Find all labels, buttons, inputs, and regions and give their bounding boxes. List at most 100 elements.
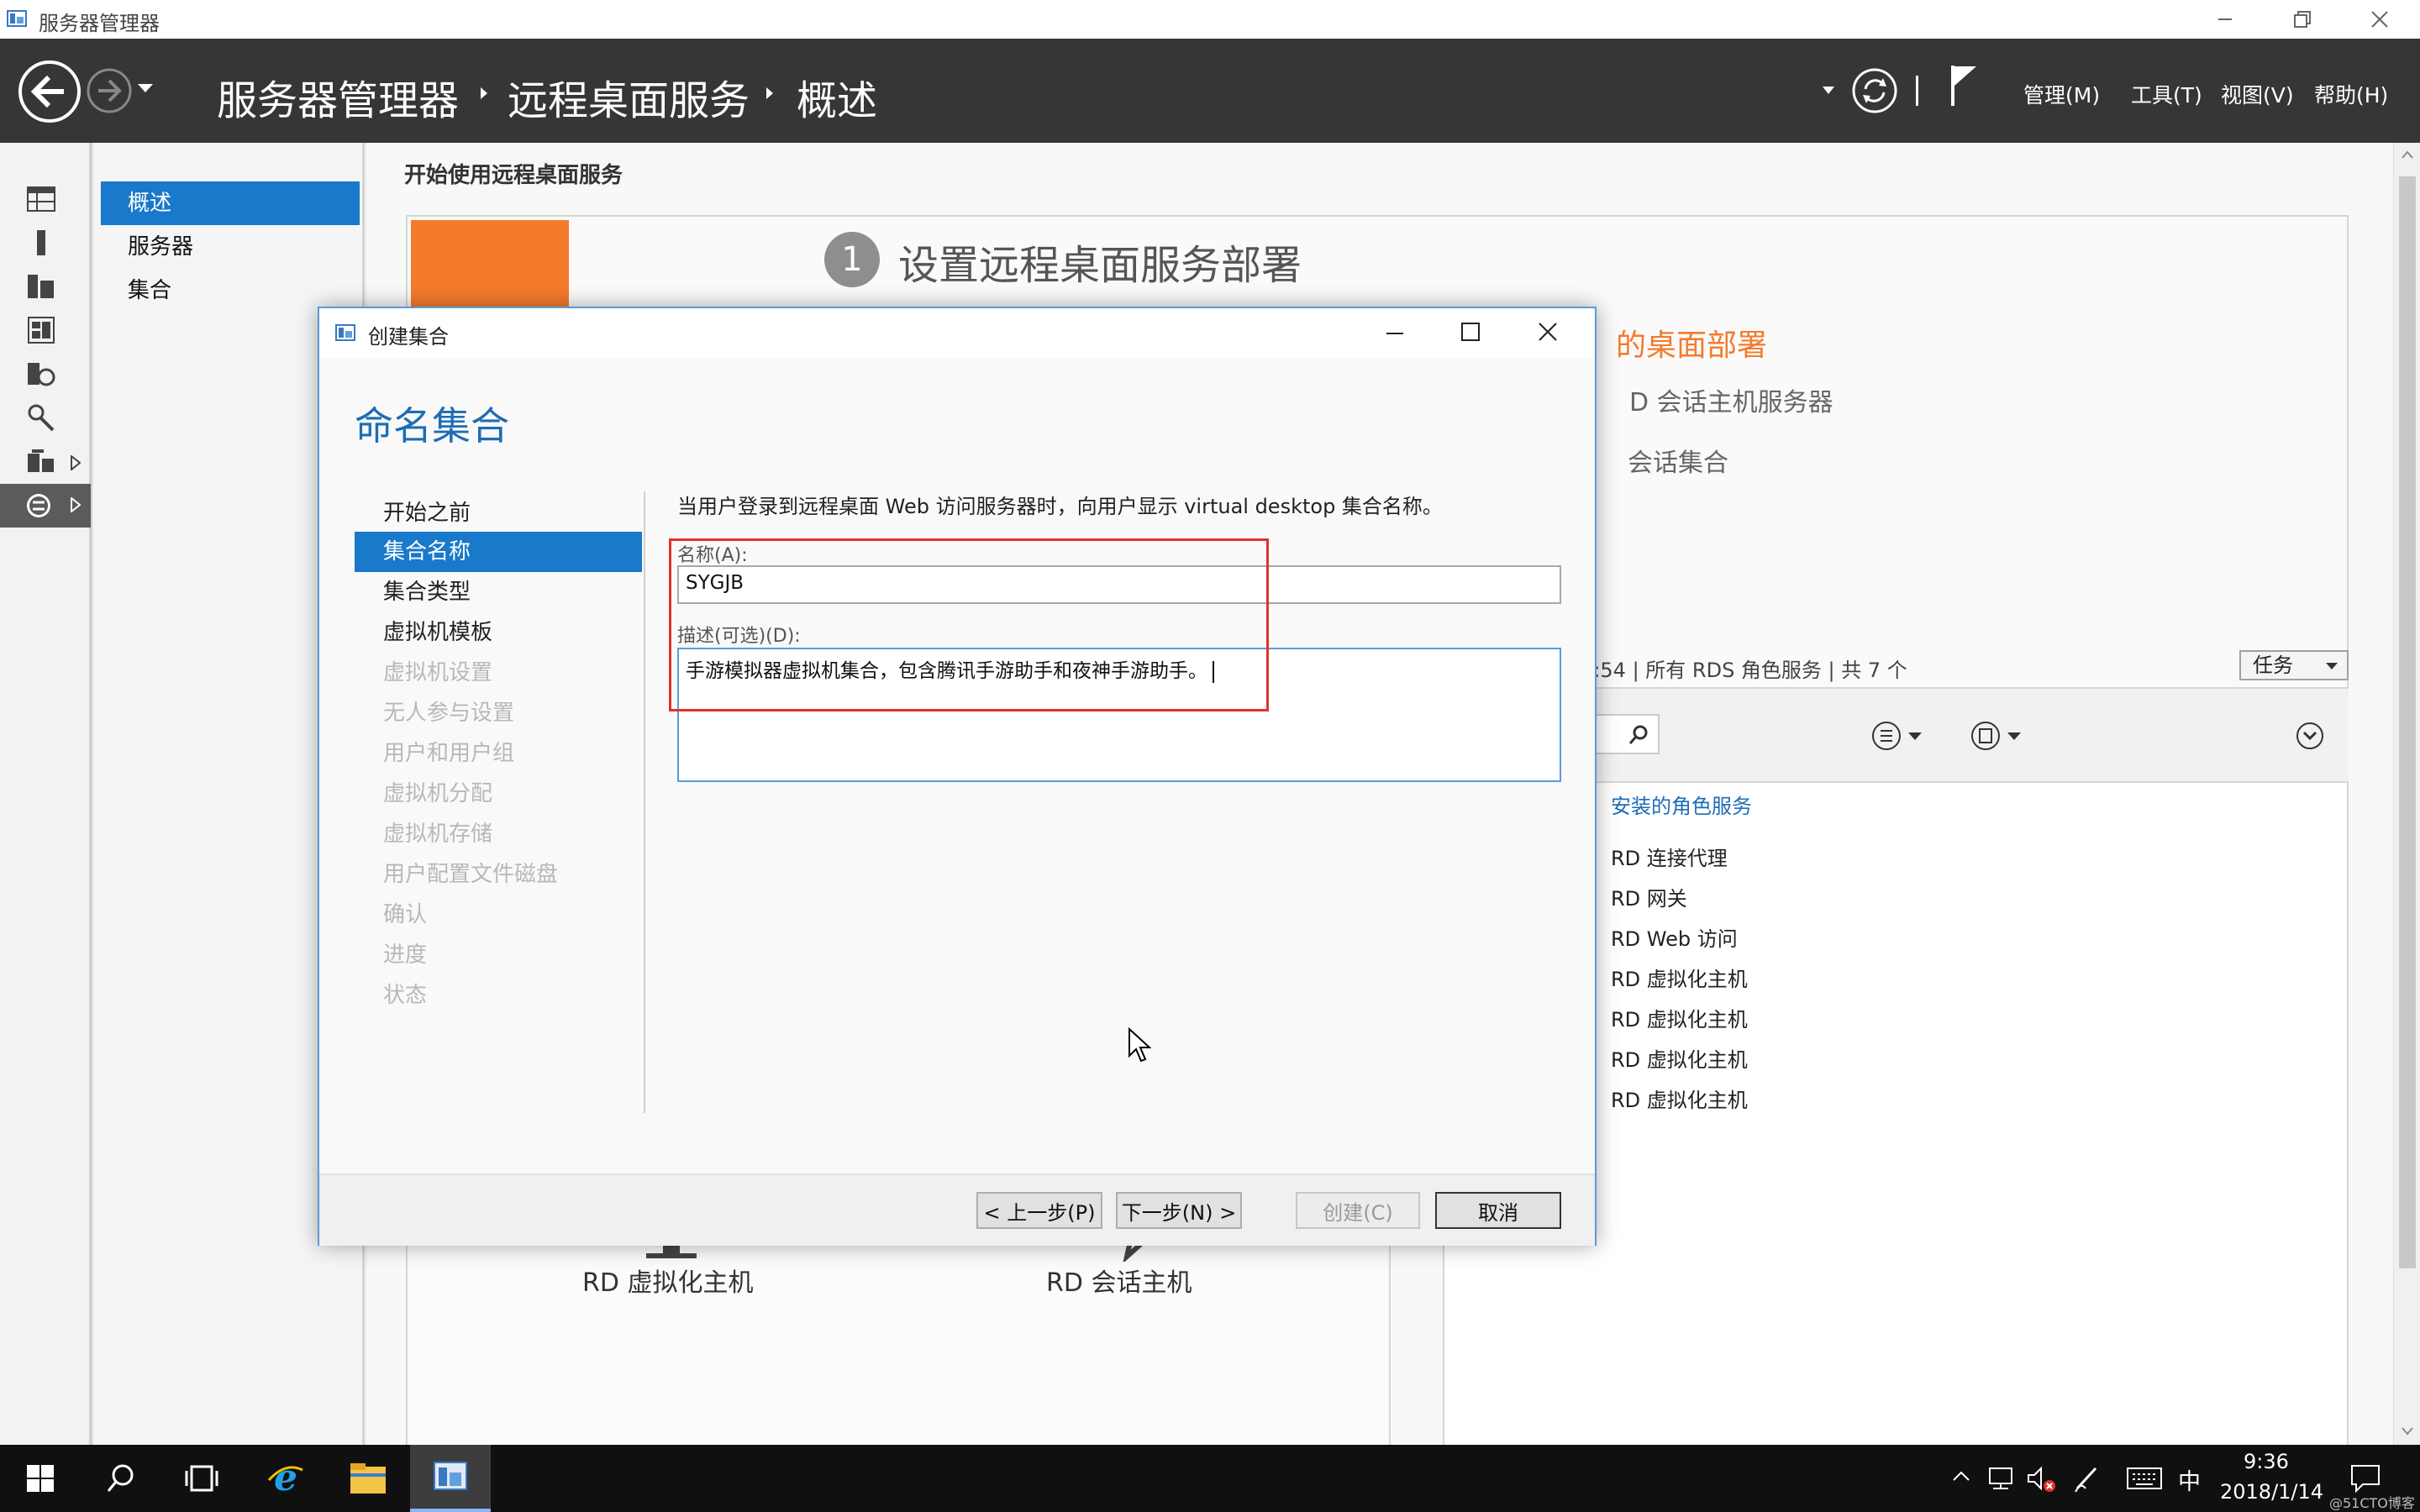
quick-start-orange-tile (411, 220, 569, 321)
clock-date[interactable]: 2018/1/14 (2220, 1480, 2323, 1504)
create-collection-dialog: 创建集合 命名集合 开始之前 集合名称 集合类型 虚拟机模板 虚拟机设置 无人参… (318, 307, 1597, 1246)
next-button[interactable]: 下一步(N) > (1116, 1192, 1242, 1229)
search-icon (1628, 725, 1648, 744)
scrollbar-thumb[interactable] (2399, 176, 2416, 1268)
iis-icon[interactable] (22, 358, 60, 390)
wizard-step-collection-name[interactable]: 集合名称 (383, 532, 471, 572)
refresh-icon[interactable] (1851, 67, 1898, 114)
wizard-step-before-you-begin[interactable]: 开始之前 (383, 493, 471, 533)
table-row[interactable]: RD Web 访问 (1611, 922, 1738, 952)
dashboard-icon[interactable] (22, 183, 60, 215)
dialog-footer: < 上一步(P) 下一步(N) > 创建(C) 取消 (319, 1173, 1595, 1246)
network-icon[interactable] (1988, 1465, 2018, 1492)
step-title: 设置远程桌面服务部署 (898, 242, 1302, 289)
roles-icon[interactable] (22, 445, 60, 477)
wizard-step-users-and-groups: 用户和用户组 (383, 741, 515, 766)
create-button: 创建(C) (1296, 1192, 1420, 1229)
clock-time[interactable]: 9:36 (2244, 1450, 2289, 1473)
roles-expand-icon[interactable] (71, 455, 81, 470)
table-row[interactable]: RD 虚拟化主机 (1611, 1084, 1748, 1113)
menu-view[interactable]: 视图(V) (2221, 79, 2294, 109)
main-scrollbar[interactable] (2393, 143, 2420, 1445)
minimize-button[interactable] (2186, 0, 2264, 39)
show-hidden-icons-chevron-icon[interactable] (1951, 1468, 1971, 1483)
remote-desktop-icon (25, 492, 52, 519)
deploy-link-partial[interactable]: 的桌面部署 (1616, 321, 1767, 365)
action-center-icon[interactable] (2349, 1463, 2381, 1494)
back-button[interactable] (17, 59, 82, 124)
nav-item-servers[interactable]: 服务器 (101, 225, 360, 269)
mouse-cursor-icon (1128, 1027, 1151, 1063)
dialog-maximize-button[interactable] (1460, 322, 1481, 342)
breadcrumb-separator-icon (479, 86, 489, 101)
history-dropdown-icon[interactable] (136, 82, 155, 94)
close-icon[interactable] (2341, 0, 2418, 39)
ime-indicator[interactable]: 中 (2178, 1463, 2201, 1496)
collection-link-partial[interactable]: 会话集合 (1628, 442, 1728, 479)
menu-tools[interactable]: 工具(T) (2131, 79, 2202, 109)
wizard-step-vm-settings: 虚拟机设置 (383, 660, 493, 685)
tasks-dropdown[interactable]: 任务 (2239, 650, 2349, 680)
window-title: 服务器管理器 (39, 12, 160, 35)
forward-button[interactable] (86, 67, 133, 114)
rds-expand-icon[interactable] (71, 497, 81, 512)
menu-help[interactable]: 帮助(H) (2314, 79, 2388, 109)
search-icon[interactable] (81, 1445, 161, 1512)
dialog-app-icon (334, 322, 358, 345)
cancel-button[interactable]: 取消 (1435, 1192, 1561, 1229)
dialog-minimize-button[interactable] (1385, 323, 1405, 344)
restore-button[interactable] (2264, 0, 2341, 39)
internet-explorer-icon[interactable]: e (245, 1445, 326, 1512)
diagram-label-session-host[interactable]: RD 会话主机 (1046, 1262, 1192, 1299)
tasks-label: 任务 (2253, 654, 2293, 677)
wizard-step-collection-type[interactable]: 集合类型 (383, 572, 471, 612)
header-divider (1916, 76, 1918, 106)
breadcrumb-remote-desktop[interactable]: 远程桌面服务 (508, 67, 750, 126)
section-title: 开始使用远程桌面服务 (404, 163, 623, 188)
prev-button[interactable]: < 上一步(P) (976, 1192, 1102, 1229)
remote-desktop-services-nav-selected[interactable] (0, 484, 91, 528)
rdsh-link-partial[interactable]: D 会话主机服务器 (1629, 381, 1833, 418)
table-row[interactable]: RD 虚拟化主机 (1611, 1003, 1748, 1032)
pen-ink-icon[interactable] (2072, 1463, 2102, 1494)
start-button-windows-icon[interactable] (0, 1445, 81, 1512)
touch-keyboard-icon[interactable] (2126, 1467, 2163, 1490)
table-row[interactable]: RD 虚拟化主机 (1611, 963, 1748, 992)
wizard-step-vm-storage: 虚拟机存储 (383, 822, 493, 847)
breadcrumb-server-manager[interactable]: 服务器管理器 (217, 67, 459, 126)
scroll-down-icon (2402, 1427, 2413, 1436)
all-servers-icon[interactable] (22, 270, 60, 302)
wizard-step-progress: 进度 (383, 942, 428, 968)
table-row[interactable]: RD 连接代理 (1611, 842, 1728, 871)
table-row[interactable]: RD 虚拟化主机 (1611, 1043, 1748, 1073)
server-manager-taskbar-button[interactable] (410, 1445, 491, 1512)
save-query-icon[interactable] (1969, 719, 2028, 753)
view-options-icon[interactable] (1870, 719, 1928, 753)
task-view-icon[interactable] (161, 1445, 242, 1512)
header-bar: 服务器管理器 远程桌面服务 概述 管理(M) 工具(T) 视图(V) 帮助(H) (0, 39, 2420, 143)
wizard-step-confirmation: 确认 (383, 902, 428, 927)
step-number-badge: 1 (824, 232, 880, 287)
dialog-close-icon[interactable] (1538, 322, 1558, 342)
volume-muted-icon[interactable] (2027, 1465, 2057, 1494)
window-title-bar: 服务器管理器 (0, 0, 2420, 39)
wizard-step-vm-template[interactable]: 虚拟机模板 (383, 612, 492, 653)
nav-item-overview[interactable]: 概述 (101, 181, 360, 225)
wsus-tools-icon[interactable] (22, 402, 60, 433)
scroll-up-icon (2402, 150, 2413, 159)
table-row[interactable]: RD 网关 (1611, 882, 1687, 911)
breadcrumb-overview: 概述 (797, 77, 878, 124)
file-explorer-icon[interactable] (328, 1445, 408, 1512)
notifications-flag-icon[interactable] (1949, 64, 1980, 108)
local-server-icon[interactable] (22, 227, 60, 259)
collapse-chevron-icon[interactable] (2295, 721, 2325, 751)
file-storage-icon[interactable] (22, 314, 60, 346)
red-highlight-annotation (669, 538, 1269, 711)
watermark-text: @51CTO博客 (2329, 1495, 2415, 1511)
deployment-diagram: RD 虚拟化主机 RD 会话主机 (406, 1218, 1391, 1445)
menu-manage[interactable]: 管理(M) (2023, 79, 2100, 109)
wizard-step-user-profile-disks: 用户配置文件磁盘 (383, 862, 559, 887)
column-header-role-services[interactable]: 安装的角色服务 (1611, 790, 1752, 819)
refresh-dropdown-icon[interactable] (1822, 86, 1835, 96)
diagram-label-virtualization-host[interactable]: RD 虚拟化主机 (582, 1262, 753, 1299)
